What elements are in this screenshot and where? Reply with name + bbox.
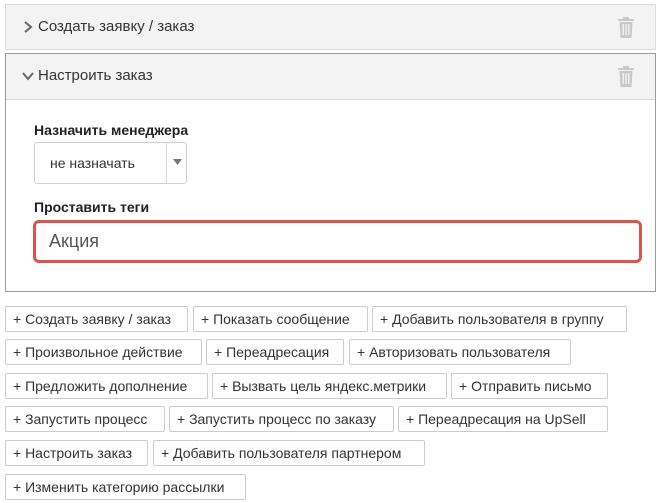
add-authorize-user-button[interactable]: + Авторизовать пользователя <box>349 339 571 365</box>
action-panel-configure-order: Настроить заказ Назначить менеджера не н… <box>5 53 656 292</box>
caret-down-icon <box>173 159 182 165</box>
manager-select[interactable]: не назначать <box>34 142 187 184</box>
add-redirect-button[interactable]: + Переадресация <box>206 339 344 365</box>
add-upsell-redirect-button[interactable]: + Переадресация на UpSell <box>398 406 608 432</box>
action-panel-create-order: Создать заявку / заказ <box>5 4 656 50</box>
add-yandex-metrika-goal-button[interactable]: + Вызвать цель яндекс.метрики <box>212 373 447 399</box>
tags-input-value: Акция <box>49 231 99 251</box>
panel-header[interactable]: Создать заявку / заказ <box>6 5 655 51</box>
tags-input[interactable]: Акция <box>33 220 642 263</box>
select-divider <box>166 143 167 183</box>
chevron-right-icon <box>24 21 33 33</box>
add-configure-order-button[interactable]: + Настроить заказ <box>5 440 148 466</box>
panel-header[interactable]: Настроить заказ <box>6 54 655 100</box>
trash-icon[interactable] <box>617 17 635 38</box>
add-partner-user-button[interactable]: + Добавить пользователя партнером <box>153 440 425 466</box>
panel-title: Настроить заказ <box>38 67 153 84</box>
chevron-down-icon <box>22 72 34 81</box>
manager-label: Назначить менеджера <box>34 122 189 138</box>
panel-title: Создать заявку / заказ <box>38 18 195 35</box>
tags-label: Проставить теги <box>34 199 150 215</box>
add-offer-addon-button[interactable]: + Предложить дополнение <box>5 373 208 399</box>
add-show-message-button[interactable]: + Показать сообщение <box>193 306 368 332</box>
add-change-mailing-category-button[interactable]: + Изменить категорию рассылки <box>5 474 246 500</box>
manager-select-value: не назначать <box>50 155 135 171</box>
add-start-process-button[interactable]: + Запустить процесс <box>5 406 165 432</box>
add-start-order-process-button[interactable]: + Запустить процесс по заказу <box>169 406 394 432</box>
add-custom-action-button[interactable]: + Произвольное действие <box>5 339 202 365</box>
add-user-to-group-button[interactable]: + Добавить пользователя в группу <box>372 306 627 332</box>
trash-icon[interactable] <box>617 66 635 87</box>
add-send-email-button[interactable]: + Отправить письмо <box>451 373 608 399</box>
add-create-order-button[interactable]: + Создать заявку / заказ <box>5 306 188 332</box>
panel-body: Назначить менеджера не назначать Простав… <box>6 100 655 291</box>
